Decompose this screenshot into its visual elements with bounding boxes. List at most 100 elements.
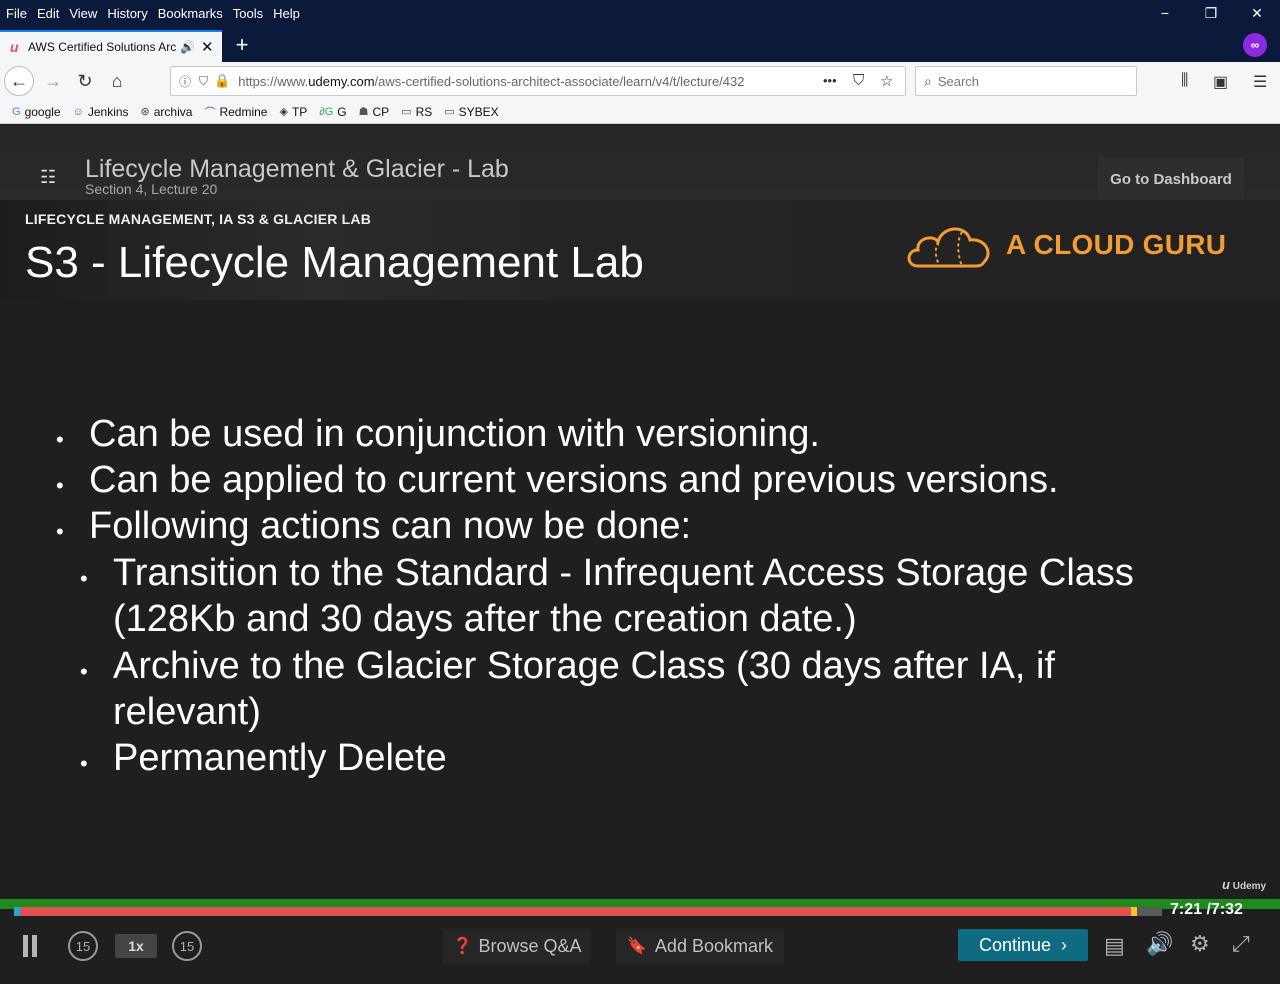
bullet-3: Following actions can now be done:	[89, 505, 692, 547]
minimize-button[interactable]: −	[1142, 0, 1188, 26]
library-icon[interactable]: ⫼	[1181, 72, 1188, 90]
settings-gear-icon[interactable]: ⚙	[1190, 931, 1210, 957]
continue-button[interactable]: Continue ›	[958, 929, 1088, 961]
bookmark-item-jenkins[interactable]: ☺ Jenkins	[73, 105, 129, 119]
bookmark-favicon-icon: ⊛	[140, 106, 150, 118]
page-actions-icon[interactable]: •••	[823, 73, 837, 88]
bookmark-favicon-icon: ▭	[401, 106, 412, 118]
sidebar-icon[interactable]: ▣	[1213, 72, 1228, 92]
progress-start-marker	[14, 907, 20, 916]
new-tab-button[interactable]: +	[230, 32, 254, 58]
fullscreen-icon[interactable]: ⤢	[1232, 931, 1250, 957]
sub-bullet-2-line-2: relevant)	[113, 691, 261, 733]
bookmark-label: google	[24, 104, 61, 119]
bookmark-label: RS	[415, 104, 433, 119]
curriculum-menu-icon[interactable]: ☷	[40, 167, 56, 188]
bookmark-icon: 🔖	[627, 938, 647, 955]
back-button[interactable]: ←	[4, 66, 34, 96]
question-icon: ❓	[452, 938, 473, 955]
bookmark-item-redmine[interactable]: ⌒ Redmine	[204, 104, 267, 120]
add-bookmark-button[interactable]: 🔖 Add Bookmark	[616, 929, 784, 963]
bullet-1: Can be used in conjunction with versioni…	[89, 413, 820, 455]
menu-edit[interactable]: Edit	[32, 6, 64, 21]
lock-icon[interactable]: 🔒	[214, 73, 230, 89]
url-bar[interactable]: ⓘ ⛉ 🔒 https://www.udemy.com/aws-certifie…	[170, 66, 906, 96]
lecture-subtitle: Section 4, Lecture 20	[85, 181, 218, 197]
sub-bullet-1-line-1: Transition to the Standard - Infrequent …	[113, 552, 1134, 594]
bookmark-item-cp[interactable]: ☗ CP	[359, 105, 390, 119]
tracking-shield-icon[interactable]: ⛉	[199, 74, 208, 89]
udemy-favicon-icon: u	[10, 39, 19, 55]
bookmark-label: SYBEX	[458, 104, 499, 119]
rewind-15-button[interactable]: 15	[68, 931, 98, 961]
reload-button[interactable]: ↻	[70, 66, 100, 96]
forward-15-button[interactable]: 15	[172, 931, 202, 961]
bookmark-label: Redmine	[219, 104, 268, 119]
bookmark-label: archiva	[153, 104, 193, 119]
cloud-logo-icon	[907, 227, 990, 268]
bookmark-item-rs[interactable]: ▭ RS	[401, 105, 432, 119]
bookmark-favicon-icon: ◈	[279, 106, 288, 118]
sub-bullet-2-line-1: Archive to the Glacier Storage Class (30…	[113, 645, 1055, 687]
sub-bullet-dot: •	[80, 751, 88, 776]
menu-view[interactable]: View	[64, 6, 102, 21]
bookmarks-bar: Ggoogle ☺ Jenkins ⊛ archiva ⌒ Redmine ◈ TP ∂G G ☗ CP…	[0, 100, 1280, 124]
home-button[interactable]: ⌂	[102, 66, 132, 96]
volume-icon[interactable]: 🔊	[1146, 931, 1173, 957]
bookmark-favicon-icon: ☗	[358, 106, 369, 118]
search-input[interactable]: ⌕ Search	[915, 66, 1137, 96]
chevron-right-icon: ›	[1061, 934, 1068, 955]
bookmark-star-icon[interactable]: ☆	[880, 72, 893, 90]
udemy-watermark: u Udemy	[1222, 877, 1267, 892]
menu-bookmarks[interactable]: Bookmarks	[153, 6, 228, 21]
bookmark-label: Jenkins	[87, 104, 129, 119]
close-tab-icon[interactable]: ✕	[201, 38, 214, 56]
progress-handle[interactable]	[1131, 907, 1138, 916]
acloudguru-logo: A CLOUD GURU	[904, 220, 1226, 270]
close-window-button[interactable]: ✕	[1234, 0, 1280, 26]
tab-title: AWS Certified Solutions Arc	[28, 40, 177, 54]
bullet-2: Can be applied to current versions and p…	[89, 459, 1059, 501]
search-placeholder: Search	[937, 73, 980, 89]
bullet-dot: •	[56, 427, 64, 452]
speaker-icon[interactable]: 🔊	[180, 40, 195, 54]
bookmark-item-sybex[interactable]: ▭ SYBEX	[444, 105, 498, 119]
search-icon: ⌕	[924, 72, 932, 89]
url-text[interactable]: https://www.udemy.com/aws-certified-solu…	[238, 74, 786, 89]
sub-bullet-1-line-2: (128Kb and 30 days after the creation da…	[113, 598, 857, 640]
udemy-lecture-page: ☷ Lifecycle Management & Glacier - Lab S…	[0, 125, 1280, 984]
menu-tools[interactable]: Tools	[228, 6, 268, 21]
browse-qa-button[interactable]: ❓ Browse Q&A	[443, 929, 591, 963]
pause-button[interactable]	[20, 933, 40, 959]
menu-file[interactable]: File	[0, 6, 32, 21]
tab-active[interactable]: u AWS Certified Solutions Arc 🔊 ✕	[0, 30, 222, 62]
bookmark-item-tp[interactable]: ◈ TP	[279, 105, 307, 119]
bookmark-item-archiva[interactable]: ⊛ archiva	[141, 105, 193, 119]
pocket-icon[interactable]: ⛉	[853, 72, 864, 89]
hamburger-menu-icon[interactable]: ☰	[1253, 72, 1267, 92]
bookmark-favicon-icon: ▭	[444, 106, 455, 118]
captions-icon[interactable]: ▤	[1104, 933, 1125, 959]
slide-topic: LIFECYCLE MANAGEMENT, IA S3 & GLACIER LA…	[25, 211, 372, 227]
menu-history[interactable]: History	[102, 6, 152, 21]
menu-help[interactable]: Help	[268, 6, 305, 21]
forward-button[interactable]: →	[38, 66, 68, 96]
tab-strip: u AWS Certified Solutions Arc 🔊 ✕ + ∞	[0, 26, 1280, 62]
progress-fill[interactable]	[20, 907, 1135, 916]
private-browsing-icon: ∞	[1243, 33, 1267, 57]
bullet-dot: •	[56, 473, 64, 498]
bullet-dot: •	[56, 519, 64, 544]
bookmark-item-g[interactable]: ∂G G	[319, 105, 346, 119]
sub-bullet-dot: •	[80, 659, 88, 684]
bookmark-favicon-icon: G	[12, 105, 21, 118]
bookmark-label: G	[337, 104, 347, 119]
info-icon[interactable]: ⓘ	[179, 73, 191, 90]
bookmark-label: CP	[372, 104, 390, 119]
sub-bullet-dot: •	[80, 566, 88, 591]
playback-speed-button[interactable]: 1x	[115, 934, 157, 958]
restore-button[interactable]: ❐	[1188, 0, 1234, 26]
nav-bar: ← → ↻ ⌂ ⓘ ⛉ 🔒 https://www.udemy.com/aws-…	[0, 62, 1280, 100]
bookmark-item-google[interactable]: Ggoogle	[12, 105, 61, 119]
go-to-dashboard-button[interactable]: Go to Dashboard	[1098, 157, 1244, 201]
menu-bar: File Edit View History Bookmarks Tools H…	[0, 0, 1280, 26]
